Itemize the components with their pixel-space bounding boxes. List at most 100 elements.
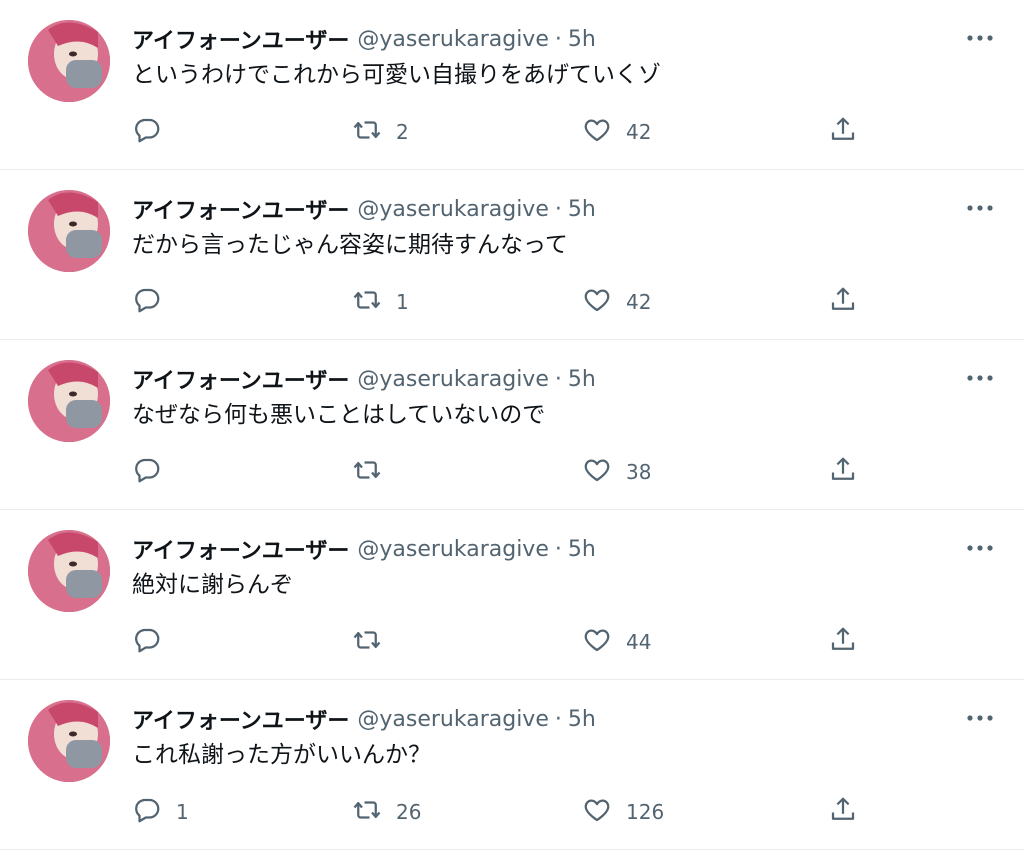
- like-count: 38: [626, 460, 652, 484]
- retweet-icon: [352, 795, 382, 829]
- reply-button[interactable]: [132, 622, 176, 662]
- tweet-text: だから言ったじゃん容姿に期待すんなって: [132, 232, 568, 258]
- author-name[interactable]: アイフォーンユーザー: [132, 363, 349, 395]
- reply-button[interactable]: [132, 112, 176, 152]
- like-count: 42: [626, 290, 652, 314]
- more-icon[interactable]: [964, 196, 996, 220]
- retweet-icon: [352, 455, 382, 489]
- separator: ·: [554, 536, 562, 562]
- more-icon[interactable]: [964, 366, 996, 390]
- separator: ·: [554, 366, 562, 392]
- share-icon: [828, 625, 858, 659]
- retweet-icon: [352, 625, 382, 659]
- reply-button[interactable]: [132, 452, 176, 492]
- more-icon[interactable]: [964, 536, 996, 560]
- tweet[interactable]: アイフォーンユーザー @yaserukaragive · 5h だから言ったじゃ…: [0, 170, 1024, 340]
- tweet-actions: 44: [132, 622, 872, 662]
- separator: ·: [554, 706, 562, 732]
- tweet-text: なぜなら何も悪いことはしていないので: [132, 402, 546, 428]
- share-button[interactable]: [828, 622, 858, 662]
- tweet-actions: 1 26 126: [132, 792, 872, 832]
- more-icon[interactable]: [964, 26, 996, 50]
- tweet-header: アイフォーンユーザー @yaserukaragive · 5h: [132, 532, 944, 566]
- reply-icon: [132, 625, 162, 659]
- share-icon: [828, 455, 858, 489]
- like-count: 126: [626, 800, 665, 824]
- avatar[interactable]: [28, 700, 110, 782]
- tweet-text: 絶対に謝らんぞ: [132, 572, 293, 598]
- like-button[interactable]: 44: [582, 622, 651, 662]
- like-count: 42: [626, 120, 652, 144]
- reply-button[interactable]: [132, 282, 176, 322]
- author-name[interactable]: アイフォーンユーザー: [132, 23, 349, 55]
- reply-icon: [132, 795, 162, 829]
- reply-icon: [132, 455, 162, 489]
- like-button[interactable]: 42: [582, 282, 651, 322]
- tweet-actions: 2 42: [132, 112, 872, 152]
- avatar[interactable]: [28, 190, 110, 272]
- separator: ·: [554, 26, 562, 52]
- share-icon: [828, 285, 858, 319]
- reply-count: 1: [176, 800, 189, 824]
- share-button[interactable]: [828, 452, 858, 492]
- tweet[interactable]: アイフォーンユーザー @yaserukaragive · 5h 絶対に謝らんぞ …: [0, 510, 1024, 680]
- author-handle[interactable]: @yaserukaragive: [357, 707, 548, 732]
- retweet-count: 26: [396, 800, 422, 824]
- timestamp[interactable]: 5h: [568, 537, 596, 562]
- heart-icon: [582, 285, 612, 319]
- share-button[interactable]: [828, 282, 858, 322]
- like-button[interactable]: 126: [582, 792, 664, 832]
- retweet-count: 1: [396, 290, 409, 314]
- tweet-text: これ私謝った方がいいんか？: [132, 742, 431, 768]
- timeline: アイフォーンユーザー @yaserukaragive · 5h というわけでこれ…: [0, 0, 1024, 850]
- share-button[interactable]: [828, 112, 858, 152]
- retweet-button[interactable]: 2: [352, 112, 409, 152]
- tweet-header: アイフォーンユーザー @yaserukaragive · 5h: [132, 22, 944, 56]
- avatar[interactable]: [28, 360, 110, 442]
- retweet-button[interactable]: [352, 622, 396, 662]
- share-button[interactable]: [828, 792, 858, 832]
- reply-button[interactable]: 1: [132, 792, 189, 832]
- author-handle[interactable]: @yaserukaragive: [357, 197, 548, 222]
- avatar[interactable]: [28, 20, 110, 102]
- tweet-header: アイフォーンユーザー @yaserukaragive · 5h: [132, 192, 944, 226]
- heart-icon: [582, 795, 612, 829]
- retweet-count: 2: [396, 120, 409, 144]
- share-icon: [828, 115, 858, 149]
- reply-icon: [132, 285, 162, 319]
- tweet-text: というわけでこれから可愛い自撮りをあげていくゾ: [132, 62, 661, 88]
- tweet-actions: 1 42: [132, 282, 872, 322]
- retweet-button[interactable]: 26: [352, 792, 421, 832]
- avatar[interactable]: [28, 530, 110, 612]
- tweet-header: アイフォーンユーザー @yaserukaragive · 5h: [132, 362, 944, 396]
- timestamp[interactable]: 5h: [568, 707, 596, 732]
- share-icon: [828, 795, 858, 829]
- like-button[interactable]: 42: [582, 112, 651, 152]
- retweet-icon: [352, 285, 382, 319]
- heart-icon: [582, 625, 612, 659]
- tweet[interactable]: アイフォーンユーザー @yaserukaragive · 5h というわけでこれ…: [0, 0, 1024, 170]
- timestamp[interactable]: 5h: [568, 367, 596, 392]
- tweet[interactable]: アイフォーンユーザー @yaserukaragive · 5h これ私謝った方が…: [0, 680, 1024, 850]
- heart-icon: [582, 455, 612, 489]
- author-name[interactable]: アイフォーンユーザー: [132, 193, 349, 225]
- retweet-button[interactable]: 1: [352, 282, 409, 322]
- timestamp[interactable]: 5h: [568, 197, 596, 222]
- like-button[interactable]: 38: [582, 452, 651, 492]
- timestamp[interactable]: 5h: [568, 27, 596, 52]
- author-name[interactable]: アイフォーンユーザー: [132, 703, 349, 735]
- more-icon[interactable]: [964, 706, 996, 730]
- retweet-button[interactable]: [352, 452, 396, 492]
- author-name[interactable]: アイフォーンユーザー: [132, 533, 349, 565]
- like-count: 44: [626, 630, 652, 654]
- retweet-icon: [352, 115, 382, 149]
- tweet-header: アイフォーンユーザー @yaserukaragive · 5h: [132, 702, 944, 736]
- tweet[interactable]: アイフォーンユーザー @yaserukaragive · 5h なぜなら何も悪い…: [0, 340, 1024, 510]
- heart-icon: [582, 115, 612, 149]
- author-handle[interactable]: @yaserukaragive: [357, 367, 548, 392]
- separator: ·: [554, 196, 562, 222]
- author-handle[interactable]: @yaserukaragive: [357, 537, 548, 562]
- reply-icon: [132, 115, 162, 149]
- tweet-actions: 38: [132, 452, 872, 492]
- author-handle[interactable]: @yaserukaragive: [357, 27, 548, 52]
